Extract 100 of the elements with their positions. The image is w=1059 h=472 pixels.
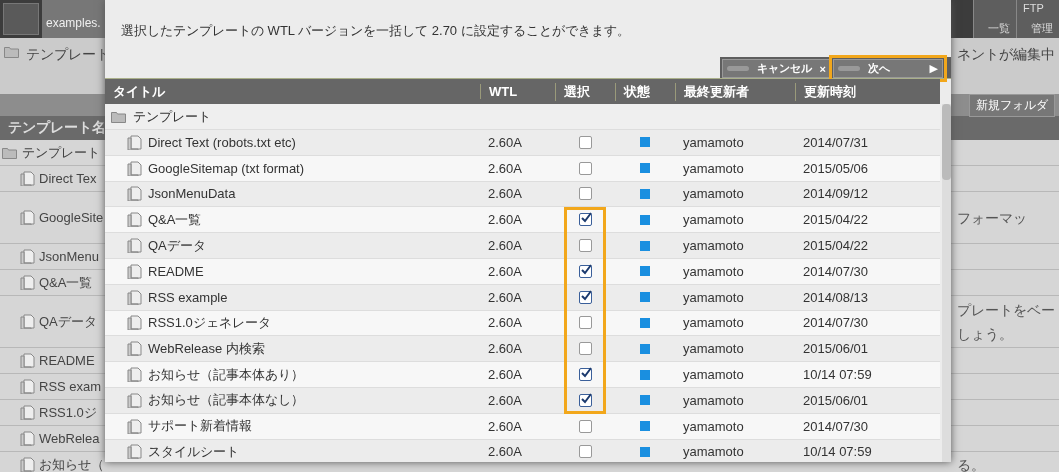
header-tab[interactable]: 一覧 [973,0,1016,38]
status-icon [640,446,650,457]
file-icon [20,249,35,264]
template-title[interactable]: サポート新着情報 [148,417,252,436]
template-title[interactable]: QAデータ [148,236,206,255]
file-icon [127,263,142,279]
updated-time: 2015/06/01 [802,392,870,408]
notice-text: ネントが編集中 [957,46,1055,64]
new-folder-button[interactable]: 新規フォルダ [969,93,1055,117]
wtl-version: 2.60A [487,212,523,228]
updater-name: yamamoto [682,186,745,202]
template-title[interactable]: お知らせ（記事本体なし） [148,391,304,410]
status-icon [640,369,650,380]
file-icon [127,367,142,383]
template-name[interactable]: GoogleSite [39,210,104,225]
column-header[interactable]: WTL [480,84,555,99]
select-checkbox[interactable] [578,368,592,382]
template-title[interactable]: お知らせ（記事本体あり） [148,365,304,384]
file-icon [20,431,35,446]
file-icon [127,238,142,254]
header-tab[interactable]: FTP 管理 [1016,0,1059,38]
file-icon [20,210,35,225]
wtl-version: 2.60A [487,367,523,383]
updater-name: yamamoto [682,238,745,254]
select-checkbox[interactable] [578,161,592,175]
template-name[interactable]: QAデータ [39,312,97,331]
status-icon [640,317,650,328]
file-icon [20,275,35,290]
updated-time: 2015/05/06 [802,160,870,176]
template-name[interactable]: WebRelea [39,431,100,446]
column-header[interactable]: 最終更新者 [675,82,795,101]
updater-name: yamamoto [682,263,745,279]
column-header[interactable]: 更新時刻 [795,82,940,101]
status-icon [640,395,650,406]
template-name[interactable]: Direct Tex [39,171,97,186]
template-title[interactable]: WebRelease 内検索 [148,339,265,358]
status-icon [640,214,650,225]
status-icon [640,240,650,251]
wtl-version: 2.60A [487,263,523,279]
file-icon [127,315,142,331]
select-checkbox[interactable] [578,213,592,227]
select-checkbox[interactable] [578,239,592,253]
scrollbar[interactable] [942,104,951,462]
template-description: プレートをベー [957,300,1056,320]
file-icon [127,134,142,150]
wtl-version: 2.60A [487,392,523,408]
template-name[interactable]: お知らせ（ [39,455,104,472]
wtl-version: 2.60A [487,160,523,176]
column-header[interactable]: 状態 [615,82,675,101]
updated-time: 10/14 07:59 [802,367,873,383]
wtl-version: 2.60A [487,315,523,331]
template-title[interactable]: GoogleSitemap (txt format) [148,160,305,176]
file-icon [127,341,142,357]
template-title[interactable]: RSS example [148,289,228,305]
select-checkbox[interactable] [578,290,592,304]
template-name[interactable]: README [39,353,95,368]
wtl-version: 2.60A [487,186,523,202]
template-title[interactable]: Q&A一覧 [148,210,202,229]
updated-time: 2014/08/13 [802,289,870,305]
updated-time: 2014/07/30 [802,263,870,279]
select-checkbox[interactable] [578,419,592,433]
column-header[interactable]: タイトル [105,82,480,101]
select-checkbox[interactable] [578,445,592,459]
template-name[interactable]: RSS1.0ジ [39,403,97,422]
template-name[interactable]: テンプレート [22,143,100,162]
select-checkbox[interactable] [578,264,592,278]
template-name[interactable]: Q&A一覧 [39,273,93,292]
wtl-version: 2.60A [487,418,523,434]
updater-name: yamamoto [682,341,745,357]
cancel-button[interactable]: キャンセル × [721,59,831,78]
updater-name: yamamoto [682,367,745,383]
select-checkbox[interactable] [578,342,592,356]
app-logo-icon[interactable] [3,3,39,35]
folder-icon [111,110,127,123]
template-description: しょう。 [957,324,1014,344]
updater-name: yamamoto [682,315,745,331]
template-title[interactable]: JsonMenuData [148,186,236,202]
updated-time: 2014/09/12 [802,186,870,202]
select-checkbox[interactable] [578,187,592,201]
file-icon [20,379,35,394]
select-checkbox[interactable] [578,393,592,407]
file-icon [127,418,142,434]
updated-time: 2014/07/30 [802,418,870,434]
updated-time: 2015/04/22 [802,212,870,228]
file-icon [127,186,142,202]
select-checkbox[interactable] [578,316,592,330]
folder-icon [4,46,20,58]
column-header[interactable]: 選択 [555,82,615,101]
updated-time: 2015/06/01 [802,341,870,357]
template-title[interactable]: README [148,263,204,279]
template-name[interactable]: RSS exam [39,379,102,394]
file-icon [20,171,35,186]
file-icon [127,160,142,176]
template-name[interactable]: JsonMenu [39,249,99,264]
file-icon [20,405,35,420]
status-icon [640,343,650,354]
template-title[interactable]: RSS1.0ジェネレータ [148,313,271,332]
file-icon [20,457,35,472]
file-icon [20,353,35,368]
select-checkbox[interactable] [578,135,592,149]
